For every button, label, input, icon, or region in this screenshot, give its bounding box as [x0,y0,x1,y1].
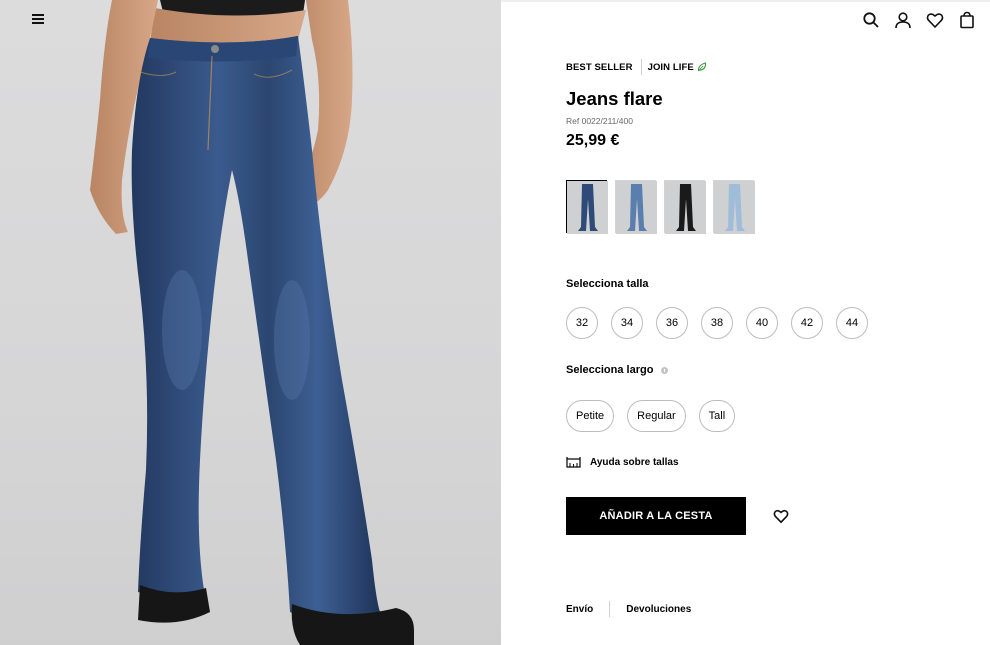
size-option-44[interactable]: 44 [836,307,868,339]
shipping-link[interactable]: Envío [566,604,593,615]
length-label: Selecciona largo [566,364,654,376]
color-swatch-mid-blue[interactable] [615,180,657,234]
header-actions [862,11,976,29]
length-option-regular[interactable]: Regular [627,400,686,432]
size-option-32[interactable]: 32 [566,307,598,339]
length-options: Petite Regular Tall [566,400,736,432]
length-label-row: Selecciona largo [566,364,669,376]
info-links: Envío Devoluciones [566,601,691,617]
size-help-link[interactable]: Ayuda sobre tallas [566,456,679,469]
search-icon[interactable] [862,11,880,29]
size-option-36[interactable]: 36 [656,307,688,339]
size-option-38[interactable]: 38 [701,307,733,339]
color-swatch-light-blue[interactable] [713,180,755,234]
swatch-jeans-image [616,181,657,234]
size-label: Selecciona talla [566,278,649,290]
info-icon[interactable] [661,366,669,374]
bag-icon[interactable] [958,11,976,29]
ruler-icon [566,457,581,468]
color-swatches [566,180,755,234]
product-image [0,0,501,645]
jeans-photo [90,0,414,645]
swatch-jeans-image [714,181,755,234]
length-option-tall[interactable]: Tall [698,400,736,432]
size-option-34[interactable]: 34 [611,307,643,339]
product-title: Jeans flare [566,88,663,109]
favorite-heart-icon[interactable] [773,508,789,524]
top-divider [501,0,990,2]
menu-icon[interactable] [30,12,46,28]
swatch-jeans-image [567,181,608,234]
user-icon[interactable] [894,11,912,29]
size-help-label: Ayuda sobre tallas [590,457,679,468]
badge-best-seller: BEST SELLER [566,61,633,73]
size-option-40[interactable]: 40 [746,307,778,339]
size-options: 32 34 36 38 40 42 44 [566,307,868,339]
badge-join-life: JOIN LIFE [647,61,694,73]
swatch-jeans-image [665,181,706,234]
returns-link[interactable]: Devoluciones [626,604,691,615]
length-option-petite[interactable]: Petite [566,400,615,432]
add-to-cart-button[interactable]: AÑADIR A LA CESTA [566,497,746,535]
color-swatch-black[interactable] [664,180,706,234]
links-divider [609,601,611,617]
color-swatch-dark-blue[interactable] [566,180,608,234]
product-ref: Ref 0022/211/400 [566,116,633,126]
product-price: 25,99 € [566,132,620,149]
wishlist-icon[interactable] [926,11,944,29]
leaf-icon [697,62,706,72]
size-option-42[interactable]: 42 [791,307,823,339]
badge-divider [640,59,642,75]
product-badges: BEST SELLER JOIN LIFE [566,59,707,75]
